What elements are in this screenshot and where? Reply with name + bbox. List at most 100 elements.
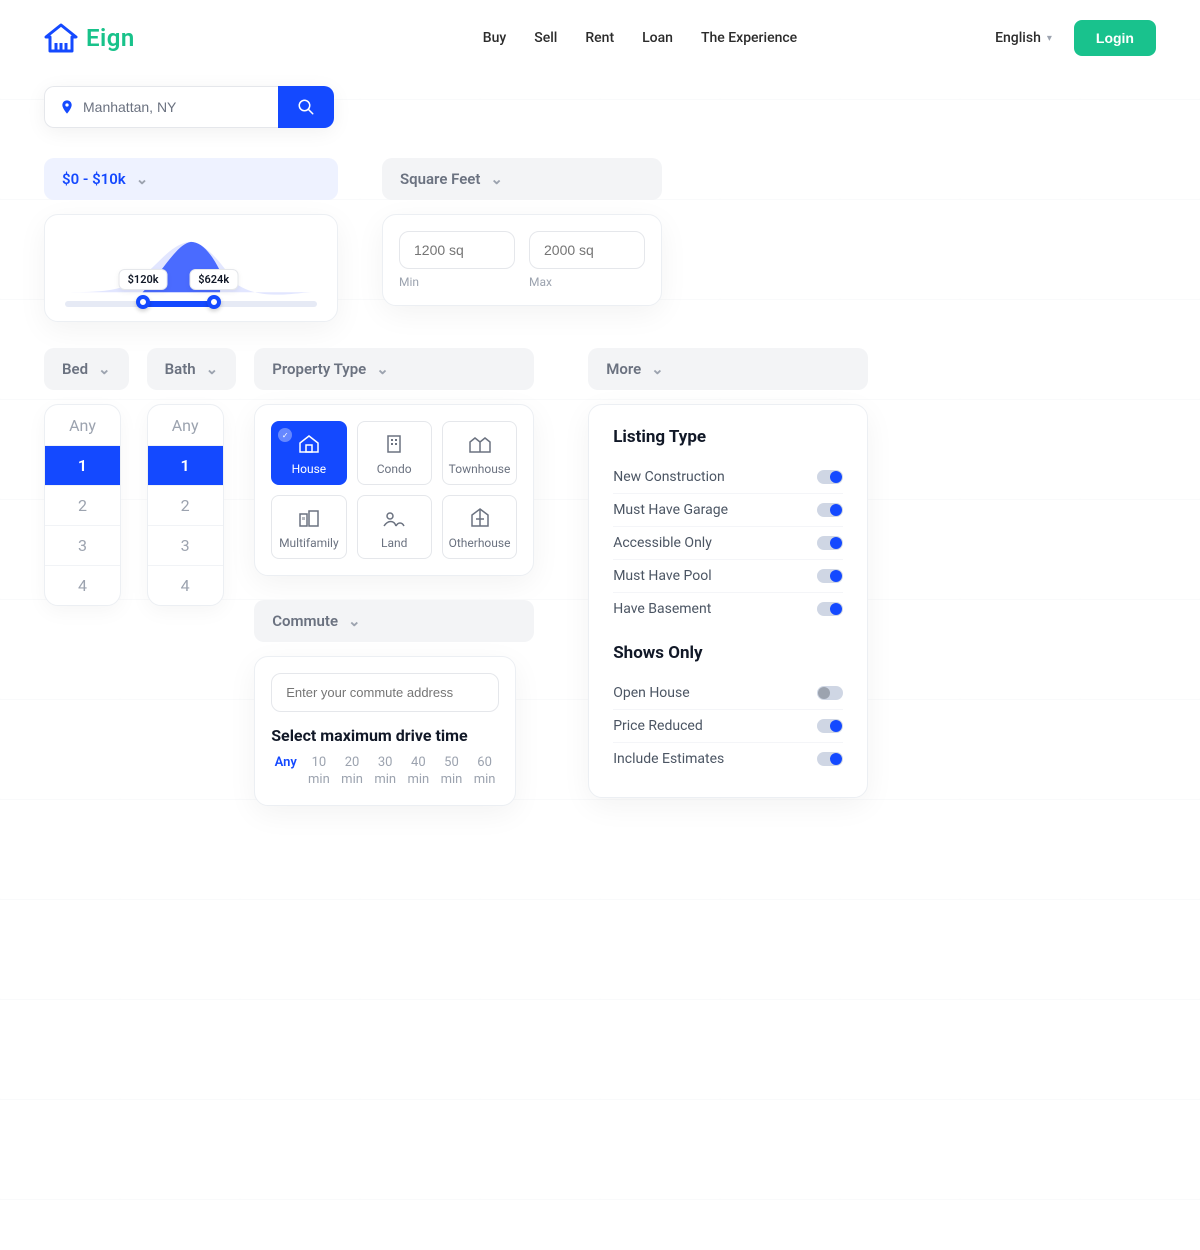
commute-card: Select maximum drive time Any10min20min3… bbox=[254, 656, 516, 806]
toggle-row: Price Reduced bbox=[613, 710, 843, 743]
property-type-label: Condo bbox=[362, 462, 427, 476]
drive-time-option[interactable]: 60min bbox=[470, 755, 499, 789]
price-histogram bbox=[65, 233, 317, 303]
logo[interactable]: Eign bbox=[44, 23, 135, 53]
toggle-row: Must Have Garage bbox=[613, 494, 843, 527]
property-type-condo[interactable]: Condo bbox=[357, 421, 432, 485]
toggle-row: New Construction bbox=[613, 461, 843, 494]
nav-loan[interactable]: Loan bbox=[642, 30, 673, 46]
drive-time-option[interactable]: 50min bbox=[437, 755, 466, 789]
toggle-switch[interactable] bbox=[817, 536, 843, 550]
count-option[interactable]: 3 bbox=[148, 525, 223, 565]
sqft-max-label: Max bbox=[529, 275, 645, 289]
house-logo-icon bbox=[44, 23, 78, 53]
property-type-label: Land bbox=[362, 536, 427, 550]
search-input[interactable] bbox=[83, 99, 264, 115]
search-button[interactable] bbox=[278, 86, 334, 128]
multifamily-icon bbox=[276, 506, 341, 530]
toggle-label: Include Estimates bbox=[613, 751, 724, 767]
townhouse-icon bbox=[447, 432, 512, 456]
toggle-switch[interactable] bbox=[817, 569, 843, 583]
toggle-switch[interactable] bbox=[817, 470, 843, 484]
location-search bbox=[44, 86, 334, 128]
chevron-down-icon: ⌄ bbox=[490, 170, 503, 188]
toggle-switch[interactable] bbox=[817, 686, 843, 700]
price-label: $0 - $10k bbox=[62, 170, 126, 188]
logo-text: Eign bbox=[86, 24, 135, 52]
count-option[interactable]: Any bbox=[45, 405, 120, 445]
commute-label: Commute bbox=[272, 612, 338, 630]
more-filters-card: Listing Type New ConstructionMust Have G… bbox=[588, 404, 868, 798]
slider-handle-max[interactable] bbox=[207, 295, 221, 309]
property-type-townhouse[interactable]: Townhouse bbox=[442, 421, 517, 485]
count-option[interactable]: 2 bbox=[45, 485, 120, 525]
count-option[interactable]: 3 bbox=[45, 525, 120, 565]
login-button[interactable]: Login bbox=[1074, 20, 1156, 56]
condo-icon bbox=[362, 432, 427, 456]
drive-time-option[interactable]: 10min bbox=[304, 755, 333, 789]
more-label: More bbox=[606, 360, 641, 378]
property-type-label: Multifamily bbox=[276, 536, 341, 550]
bath-options: Any1234 bbox=[147, 404, 224, 606]
drive-time-option[interactable]: Any bbox=[271, 755, 300, 789]
nav-rent[interactable]: Rent bbox=[585, 30, 614, 46]
toggle-label: Have Basement bbox=[613, 601, 711, 617]
property-type-pill[interactable]: Property Type ⌄ bbox=[254, 348, 534, 390]
pin-icon bbox=[59, 99, 75, 115]
property-type-land[interactable]: Land bbox=[357, 495, 432, 559]
count-option[interactable]: 2 bbox=[148, 485, 223, 525]
nav-buy[interactable]: Buy bbox=[483, 30, 506, 46]
price-range-card: $120k $624k bbox=[44, 214, 338, 322]
sqft-label: Square Feet bbox=[400, 170, 480, 188]
drive-time-title: Select maximum drive time bbox=[271, 726, 499, 745]
count-option[interactable]: Any bbox=[148, 405, 223, 445]
count-option[interactable]: 1 bbox=[148, 445, 223, 485]
bed-filter-pill[interactable]: Bed ⌄ bbox=[44, 348, 129, 390]
price-filter-pill[interactable]: $0 - $10k ⌄ bbox=[44, 158, 338, 200]
language-selector[interactable]: English ▾ bbox=[995, 30, 1052, 46]
toggle-row: Open House bbox=[613, 677, 843, 710]
bath-filter-pill[interactable]: Bath ⌄ bbox=[147, 348, 237, 390]
toggle-switch[interactable] bbox=[817, 503, 843, 517]
slider-handle-min[interactable] bbox=[136, 295, 150, 309]
toggle-switch[interactable] bbox=[817, 602, 843, 616]
property-type-house[interactable]: ✓House bbox=[271, 421, 346, 485]
language-label: English bbox=[995, 30, 1041, 46]
bath-label: Bath bbox=[165, 360, 196, 378]
property-type-label: House bbox=[276, 462, 341, 476]
toggle-row: Include Estimates bbox=[613, 743, 843, 775]
more-pill[interactable]: More ⌄ bbox=[588, 348, 868, 390]
sqft-filter-pill[interactable]: Square Feet ⌄ bbox=[382, 158, 662, 200]
nav-experience[interactable]: The Experience bbox=[701, 30, 797, 46]
property-type-otherhouse[interactable]: Otherhouse bbox=[442, 495, 517, 559]
commute-address-input[interactable] bbox=[271, 673, 499, 712]
commute-pill[interactable]: Commute ⌄ bbox=[254, 600, 534, 642]
toggle-label: Accessible Only bbox=[613, 535, 712, 551]
toggle-label: New Construction bbox=[613, 469, 725, 485]
drive-time-option[interactable]: 30min bbox=[371, 755, 400, 789]
drive-time-option[interactable]: 20min bbox=[337, 755, 366, 789]
drive-time-option[interactable]: 40min bbox=[404, 755, 433, 789]
header: Eign Buy Sell Rent Loan The Experience E… bbox=[44, 20, 1156, 56]
price-min-tag: $120k bbox=[119, 269, 168, 290]
toggle-switch[interactable] bbox=[817, 752, 843, 766]
property-type-label: Otherhouse bbox=[447, 536, 512, 550]
toggle-label: Open House bbox=[613, 685, 689, 701]
count-option[interactable]: 4 bbox=[45, 565, 120, 605]
otherhouse-icon bbox=[447, 506, 512, 530]
shows-only-title: Shows Only bbox=[613, 643, 843, 663]
nav-sell[interactable]: Sell bbox=[534, 30, 557, 46]
count-option[interactable]: 4 bbox=[148, 565, 223, 605]
search-input-wrap[interactable] bbox=[44, 86, 278, 128]
property-type-multifamily[interactable]: Multifamily bbox=[271, 495, 346, 559]
search-icon bbox=[297, 98, 315, 116]
sqft-max-input[interactable] bbox=[529, 231, 645, 269]
price-max-tag: $624k bbox=[189, 269, 238, 290]
toggle-switch[interactable] bbox=[817, 719, 843, 733]
price-slider[interactable]: $120k $624k bbox=[65, 301, 317, 307]
sqft-min-input[interactable] bbox=[399, 231, 515, 269]
toggle-row: Accessible Only bbox=[613, 527, 843, 560]
property-type-card: ✓House Condo Townhouse Multifamily Land Other… bbox=[254, 404, 534, 576]
toggle-row: Have Basement bbox=[613, 593, 843, 625]
count-option[interactable]: 1 bbox=[45, 445, 120, 485]
